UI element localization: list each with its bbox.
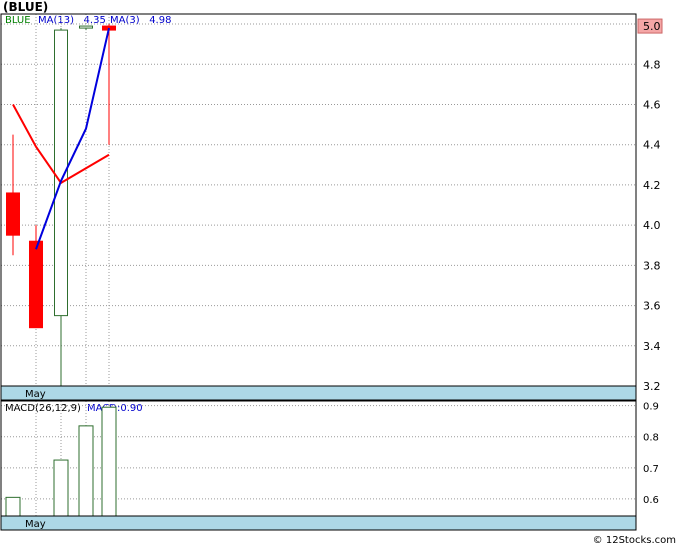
price-tick-label: 4.6 [643, 98, 661, 111]
macd-bar [5, 496, 21, 517]
macd-tick-label: 0.7 [643, 464, 659, 475]
price-tick-label: 4.2 [643, 179, 661, 192]
price-x-axis-band [0, 385, 637, 401]
price-tick-label: 4.0 [643, 219, 661, 232]
price-tick-label: 4.4 [643, 139, 661, 152]
price-tick-label: 3.2 [643, 380, 661, 393]
macd-tick-label: 0.6 [643, 495, 659, 506]
macd-grid [1, 401, 636, 516]
macd-tick-label: 0.9 [643, 402, 659, 413]
axis-labels: 3.2 3.4 3.6 3.8 4.0 4.2 4.4 4.6 4.8 5.0 0.6 0.7 0.8 0… [25, 18, 663, 530]
candle-body [29, 240, 43, 329]
macd-bars [5, 406, 117, 517]
price-tick-label: 4.8 [643, 58, 661, 71]
price-candles [6, 24, 116, 386]
price-tick-label: 3.6 [643, 300, 661, 313]
price-tick-label: 3.4 [643, 340, 661, 353]
price-panel-frame [0, 13, 637, 387]
price-grid [1, 14, 636, 387]
macd-x-label: May [25, 519, 46, 530]
macd-bar [101, 406, 117, 517]
ma3-line [35, 27, 110, 250]
candle-body [79, 25, 93, 29]
panel-frames [0, 13, 637, 531]
footer-credit: © 12Stocks.com [592, 535, 676, 546]
macd-x-axis-band [0, 515, 637, 531]
last-price-tag-text: 5.0 [643, 20, 661, 33]
macd-tick-label: 0.8 [643, 433, 659, 444]
macd-bar [53, 459, 69, 517]
macd-bar [78, 425, 94, 517]
price-x-label: May [25, 389, 46, 400]
price-tick-label: 3.8 [643, 259, 661, 272]
macd-panel-frame [0, 400, 637, 517]
candle-body [6, 192, 20, 236]
stock-chart: 3.2 3.4 3.6 3.8 4.0 4.2 4.4 4.6 4.8 5.0 0.6 0.7 0.8 0… [0, 13, 663, 531]
